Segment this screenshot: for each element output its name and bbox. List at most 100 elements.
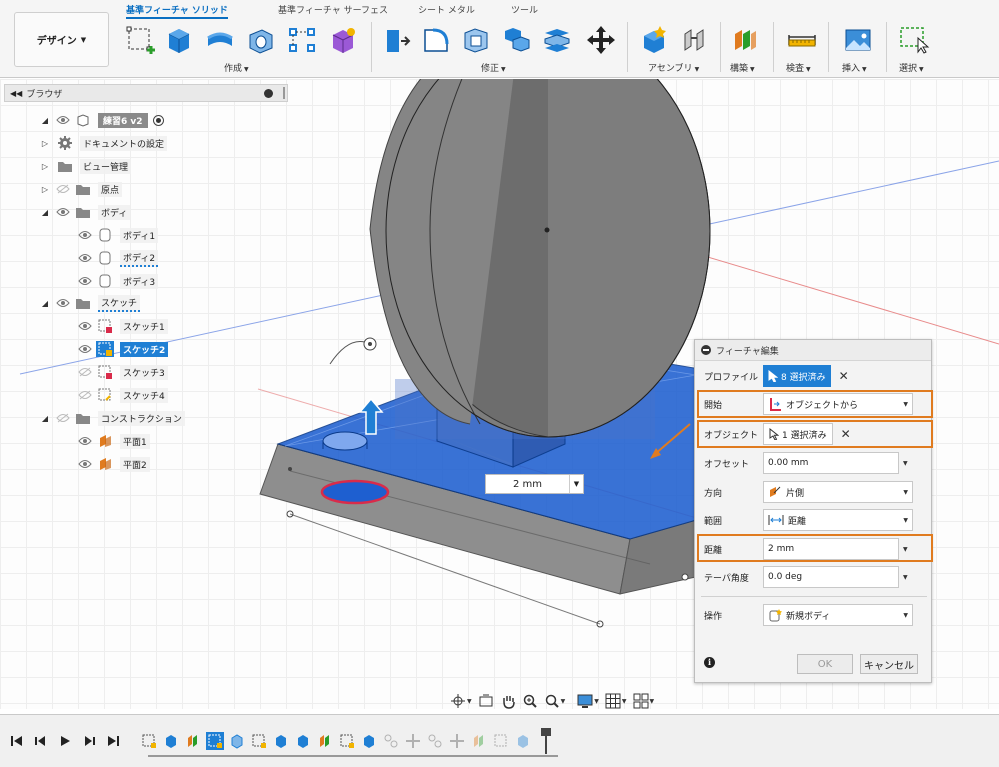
- eye-hidden-icon[interactable]: [78, 367, 92, 377]
- move-tool[interactable]: [584, 24, 618, 56]
- collapse-dialog-icon[interactable]: [701, 345, 711, 355]
- extrude-tool[interactable]: [162, 24, 196, 56]
- group-select[interactable]: 選択 ▼: [899, 61, 924, 74]
- eye-icon[interactable]: [56, 115, 70, 125]
- expand-arrow-icon[interactable]: ▷: [40, 185, 50, 194]
- eye-icon[interactable]: [56, 298, 70, 308]
- combine-tool[interactable]: [500, 24, 534, 56]
- shell-tool[interactable]: [459, 24, 493, 56]
- timeline-sketch[interactable]: [140, 732, 158, 750]
- pan-tool[interactable]: [500, 692, 516, 710]
- drag-handle-icon[interactable]: [283, 87, 285, 99]
- create-form-tool[interactable]: [326, 24, 360, 56]
- timeline-joint[interactable]: [382, 732, 400, 750]
- pattern-tool[interactable]: [285, 24, 319, 56]
- browser-item-body1[interactable]: ボディ1: [78, 226, 159, 244]
- tab-surface[interactable]: 基準フィーチャ サーフェス: [278, 3, 388, 16]
- eye-hidden-icon[interactable]: [78, 390, 92, 400]
- eye-icon[interactable]: [78, 230, 92, 240]
- timeline-move-2[interactable]: [448, 732, 466, 750]
- group-create[interactable]: 作成 ▼: [224, 61, 249, 74]
- timeline-extrude-edit[interactable]: [228, 732, 246, 750]
- eye-hidden-icon[interactable]: [56, 184, 70, 194]
- timeline-extrude-3[interactable]: [272, 732, 290, 750]
- browser-item-body2[interactable]: ボディ2: [78, 249, 159, 267]
- expand-arrow-icon[interactable]: ▷: [40, 162, 50, 171]
- press-pull-tool[interactable]: [380, 24, 414, 56]
- browser-item-plane2[interactable]: 平面2: [78, 455, 150, 473]
- group-construct[interactable]: 構築 ▼: [730, 61, 755, 74]
- browser-item-sketch4[interactable]: スケッチ4: [78, 386, 168, 404]
- collapse-arrow-icon[interactable]: ◢: [40, 299, 50, 308]
- browser-item-sketch1[interactable]: スケッチ1: [78, 317, 168, 335]
- new-component-tool[interactable]: [637, 24, 671, 56]
- create-sketch-tool[interactable]: [124, 24, 158, 56]
- eye-icon[interactable]: [78, 459, 92, 469]
- browser-item-sketches[interactable]: ◢ スケッチ: [40, 294, 141, 312]
- root-label[interactable]: 練習6 v2: [98, 112, 148, 128]
- go-to-end-button[interactable]: [106, 733, 120, 749]
- timeline-sketch-3[interactable]: [250, 732, 268, 750]
- timeline-sketch-active[interactable]: [206, 732, 224, 750]
- offset-plane-tool[interactable]: [728, 24, 762, 56]
- chevron-down-icon[interactable]: ▼: [903, 574, 908, 581]
- browser-item-plane1[interactable]: 平面1: [78, 432, 150, 450]
- ok-button[interactable]: OK: [797, 654, 853, 674]
- browser-item-view-management[interactable]: ▷ ビュー管理: [40, 157, 132, 175]
- eye-icon[interactable]: [56, 207, 70, 217]
- eye-icon[interactable]: [78, 276, 92, 286]
- split-body-tool[interactable]: [540, 24, 574, 56]
- hole-tool[interactable]: [244, 24, 278, 56]
- display-settings-tool[interactable]: ▼: [577, 692, 599, 710]
- timeline-extrude-5[interactable]: [360, 732, 378, 750]
- browser-item-document-settings[interactable]: ▷ ドキュメントの設定: [40, 134, 168, 152]
- fit-tool[interactable]: ▼: [544, 692, 565, 710]
- chevron-down-icon[interactable]: ▼: [569, 475, 583, 493]
- offset-input[interactable]: 0.00 mm: [763, 452, 899, 474]
- clear-profile-icon[interactable]: ✕: [837, 369, 851, 383]
- step-forward-button[interactable]: [82, 733, 96, 749]
- browser-item-construction[interactable]: ◢ コンストラクション: [40, 409, 185, 427]
- browser-item-sketch3[interactable]: スケッチ3: [78, 363, 168, 381]
- collapse-arrow-icon[interactable]: ◢: [40, 414, 50, 423]
- group-modify[interactable]: 修正 ▼: [481, 61, 506, 74]
- timeline-move[interactable]: [404, 732, 422, 750]
- tab-tools[interactable]: ツール: [511, 3, 538, 16]
- tab-solid[interactable]: 基準フィーチャ ソリッド: [126, 3, 228, 19]
- taper-input[interactable]: 0.0 deg: [763, 566, 899, 588]
- eye-icon[interactable]: [78, 436, 92, 446]
- insert-image-tool[interactable]: [841, 24, 875, 56]
- timeline-plane-3[interactable]: [470, 732, 488, 750]
- eye-hidden-icon[interactable]: [56, 413, 70, 423]
- tab-sheet-metal[interactable]: シート メタル: [418, 3, 475, 16]
- orbit-tool[interactable]: ▼: [450, 692, 472, 710]
- distance-value[interactable]: 2 mm: [486, 479, 569, 490]
- extent-dropdown[interactable]: 距離 ▼: [763, 509, 913, 531]
- timeline-joint-2[interactable]: [426, 732, 444, 750]
- timeline-extrude-4[interactable]: [294, 732, 312, 750]
- browser-item-bodies[interactable]: ◢ ボディ: [40, 203, 131, 221]
- activate-radio-icon[interactable]: [152, 114, 164, 126]
- play-button[interactable]: [58, 733, 72, 749]
- collapse-arrow-icon[interactable]: ◢: [40, 116, 50, 125]
- cancel-button[interactable]: キャンセル: [860, 654, 918, 674]
- timeline-sketch-4[interactable]: [338, 732, 356, 750]
- timeline-extrude-6[interactable]: [514, 732, 532, 750]
- joint-tool[interactable]: [677, 24, 711, 56]
- fillet-tool[interactable]: [419, 24, 453, 56]
- timeline-extrude[interactable]: [162, 732, 180, 750]
- revolve-tool[interactable]: [203, 24, 237, 56]
- collapse-browser-icon[interactable]: ◀◀: [10, 89, 22, 98]
- step-back-button[interactable]: [34, 733, 48, 749]
- browser-item-sketch2[interactable]: スケッチ2: [78, 340, 169, 358]
- chevron-down-icon[interactable]: ▼: [903, 460, 908, 467]
- timeline-plane[interactable]: [184, 732, 202, 750]
- group-inspect[interactable]: 検査 ▼: [786, 61, 811, 74]
- go-to-start-button[interactable]: [10, 733, 24, 749]
- info-icon[interactable]: i: [704, 657, 715, 668]
- measure-tool[interactable]: [785, 24, 819, 56]
- collapse-arrow-icon[interactable]: ◢: [40, 208, 50, 217]
- pin-icon[interactable]: [264, 88, 273, 98]
- zoom-tool[interactable]: [522, 692, 538, 710]
- eye-icon[interactable]: [78, 321, 92, 331]
